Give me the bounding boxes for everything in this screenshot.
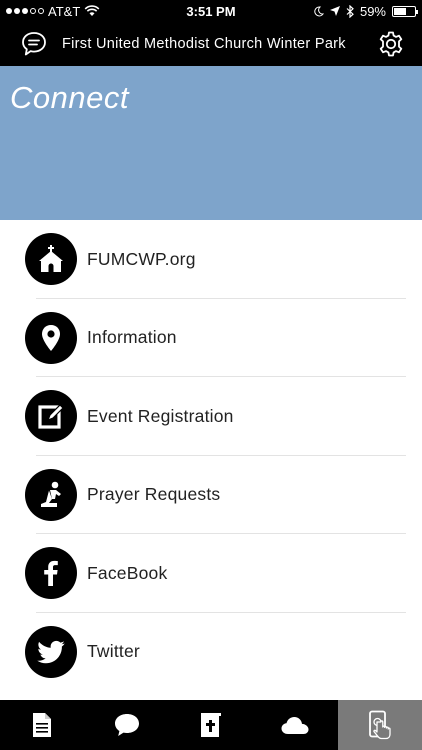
edit-form-icon [25, 390, 77, 443]
list-item-label: FUMCWP.org [87, 248, 196, 269]
chat-bubble-icon[interactable] [17, 27, 51, 61]
wifi-icon [84, 5, 100, 16]
church-icon [25, 233, 77, 286]
carrier-label: AT&T [48, 3, 81, 19]
list-item-twitter[interactable]: Twitter [0, 613, 422, 692]
tab-bar [0, 700, 422, 750]
status-bar: AT&T 3:51 PM 59% [0, 0, 422, 22]
chat-bubble-icon [114, 714, 139, 736]
cloud-icon [281, 717, 309, 734]
list-item-facebook[interactable]: FaceBook [0, 534, 422, 613]
list-item-label: Event Registration [87, 405, 234, 426]
bible-icon [201, 713, 222, 737]
tap-device-icon [368, 710, 391, 740]
list-item-label: Information [87, 327, 177, 348]
list-item-label: Twitter [87, 641, 140, 662]
tab-messages[interactable] [84, 700, 168, 750]
tab-bible[interactable] [169, 700, 253, 750]
list-item-prayer-requests[interactable]: Prayer Requests [0, 456, 422, 534]
page-title: Connect [10, 80, 129, 115]
bluetooth-icon [346, 4, 354, 18]
list-item-information[interactable]: Information [0, 299, 422, 377]
tab-cloud[interactable] [253, 700, 337, 750]
location-arrow-icon [329, 6, 340, 16]
tab-notes[interactable] [0, 700, 84, 750]
connect-banner: Connect [0, 66, 422, 220]
list-item-fumcwp[interactable]: FUMCWP.org [0, 220, 422, 299]
app-header: First United Methodist Church Winter Par… [0, 22, 422, 66]
list-item-event-registration[interactable]: Event Registration [0, 377, 422, 456]
gear-icon[interactable] [374, 27, 408, 61]
list-item-label: Prayer Requests [87, 484, 221, 505]
moon-icon [314, 5, 324, 16]
map-pin-icon [25, 311, 77, 364]
battery-icon [392, 5, 418, 17]
list-item-label: FaceBook [87, 562, 168, 583]
tab-connect[interactable] [337, 700, 422, 750]
facebook-icon [25, 547, 77, 600]
signal-strength-icon [6, 8, 44, 14]
connect-list: FUMCWP.org Information Event Registratio… [0, 220, 422, 691]
document-icon [33, 713, 52, 737]
twitter-icon [25, 625, 77, 678]
battery-percent: 59% [359, 3, 386, 19]
status-time: 3:51 PM [186, 3, 236, 19]
kneeling-prayer-icon [25, 468, 77, 521]
app-title: First United Methodist Church Winter Par… [62, 36, 346, 52]
